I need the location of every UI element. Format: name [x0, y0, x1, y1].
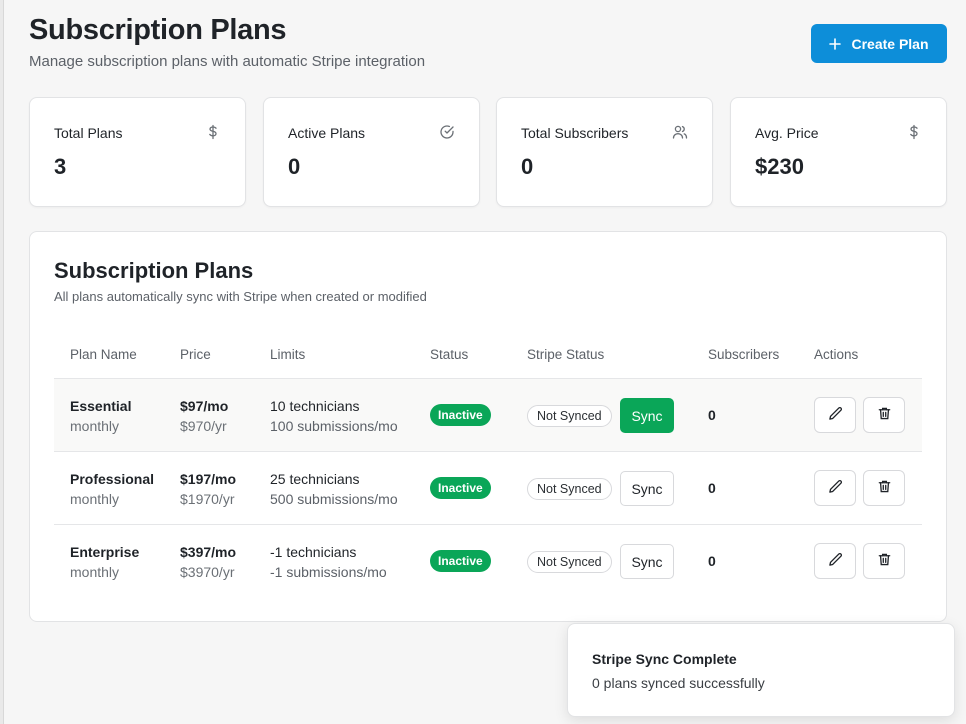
limit-technicians: -1 technicians — [270, 544, 357, 560]
plus-icon — [829, 37, 842, 50]
plan-interval: monthly — [70, 418, 120, 434]
delete-plan-button[interactable] — [863, 543, 905, 579]
table-row: Enterprise monthly $397/mo $3970/yr -1 t… — [54, 525, 922, 598]
plans-card: Subscription Plans All plans automatical… — [29, 231, 947, 622]
limit-submissions: 500 submissions/mo — [270, 491, 398, 507]
plan-interval: monthly — [70, 564, 120, 580]
trash-icon — [877, 552, 892, 570]
plan-price-yearly: $3970/yr — [180, 564, 235, 580]
limit-technicians: 25 technicians — [270, 471, 360, 487]
delete-plan-button[interactable] — [863, 470, 905, 506]
trash-icon — [877, 479, 892, 497]
pencil-icon — [828, 479, 843, 497]
trash-icon — [877, 406, 892, 424]
pencil-icon — [828, 552, 843, 570]
stat-card-total-subscribers: Total Subscribers 0 — [496, 97, 713, 207]
stat-value: $230 — [755, 154, 804, 179]
stat-value: 0 — [521, 154, 534, 179]
stat-card-total-plans: Total Plans 3 — [29, 97, 246, 207]
page-title: Subscription Plans — [29, 14, 287, 46]
column-header-plan-name: Plan Name — [70, 347, 137, 362]
limit-submissions: 100 submissions/mo — [270, 418, 398, 434]
subscriber-count: 0 — [708, 407, 716, 423]
plan-price-yearly: $1970/yr — [180, 491, 235, 507]
plans-card-subtitle: All plans automatically sync with Stripe… — [54, 289, 427, 304]
create-plan-button[interactable]: Create Plan — [811, 24, 947, 63]
column-header-status: Status — [430, 347, 469, 362]
plan-name: Essential — [70, 398, 132, 414]
status-badge: Inactive — [430, 404, 491, 426]
toast-title: Stripe Sync Complete — [592, 651, 737, 667]
plan-price: $97/mo — [180, 398, 229, 414]
table-header: Plan Name Price Limits Status Stripe Sta… — [54, 332, 922, 379]
plan-price: $397/mo — [180, 544, 237, 560]
subscriber-count: 0 — [708, 480, 716, 496]
column-header-stripe-status: Stripe Status — [527, 347, 605, 362]
plan-price-yearly: $970/yr — [180, 418, 227, 434]
table-row: Essential monthly $97/mo $970/yr 10 tech… — [54, 379, 922, 452]
stripe-status-badge: Not Synced — [527, 551, 612, 573]
stripe-status-badge: Not Synced — [527, 405, 612, 427]
stat-card-active-plans: Active Plans 0 — [263, 97, 480, 207]
stat-card-avg-price: Avg. Price $230 — [730, 97, 947, 207]
column-header-price: Price — [180, 347, 211, 362]
subscriber-count: 0 — [708, 553, 716, 569]
stat-label: Total Subscribers — [521, 125, 629, 141]
delete-plan-button[interactable] — [863, 397, 905, 433]
left-window-edge — [0, 0, 4, 724]
check-circle-icon — [439, 124, 455, 140]
column-header-limits: Limits — [270, 347, 306, 362]
plan-name: Professional — [70, 471, 155, 487]
stripe-status-badge: Not Synced — [527, 478, 612, 500]
plan-name: Enterprise — [70, 544, 140, 560]
limit-submissions: -1 submissions/mo — [270, 564, 387, 580]
plan-interval: monthly — [70, 491, 120, 507]
stat-label: Active Plans — [288, 125, 366, 141]
edit-plan-button[interactable] — [814, 470, 856, 506]
users-icon — [672, 124, 688, 140]
status-badge: Inactive — [430, 477, 491, 499]
stat-value: 0 — [288, 154, 301, 179]
limit-technicians: 10 technicians — [270, 398, 360, 414]
stat-value: 3 — [54, 154, 67, 179]
sync-button[interactable]: Sync — [620, 471, 674, 506]
toast-notification[interactable]: Stripe Sync Complete 0 plans synced succ… — [567, 623, 955, 717]
status-badge: Inactive — [430, 550, 491, 572]
dollar-icon — [205, 124, 221, 140]
column-header-actions: Actions — [814, 347, 859, 362]
plans-card-title: Subscription Plans — [54, 258, 254, 283]
sync-button[interactable]: Sync — [620, 544, 674, 579]
create-plan-label: Create Plan — [851, 35, 929, 52]
plans-table: Plan Name Price Limits Status Stripe Sta… — [54, 332, 922, 598]
column-header-subscribers: Subscribers — [708, 347, 780, 362]
pencil-icon — [828, 406, 843, 424]
plan-price: $197/mo — [180, 471, 237, 487]
stat-label: Total Plans — [54, 125, 123, 141]
stat-label: Avg. Price — [755, 125, 819, 141]
sync-button[interactable]: Sync — [620, 398, 674, 433]
page-subtitle: Manage subscription plans with automatic… — [29, 53, 426, 70]
edit-plan-button[interactable] — [814, 397, 856, 433]
table-row: Professional monthly $197/mo $1970/yr 25… — [54, 452, 922, 525]
toast-description: 0 plans synced successfully — [592, 675, 765, 691]
dollar-icon — [906, 124, 922, 140]
edit-plan-button[interactable] — [814, 543, 856, 579]
